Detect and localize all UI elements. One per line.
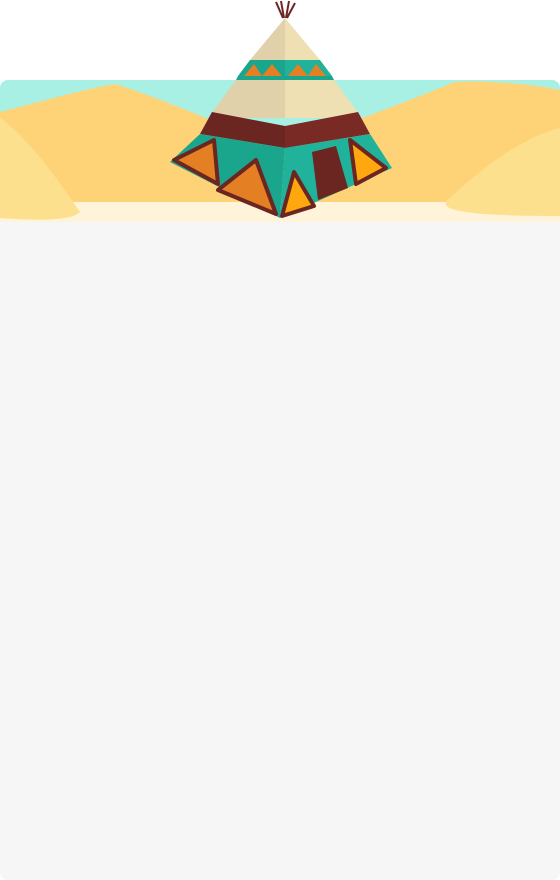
tipi-top-left [250, 18, 285, 60]
tipi-teal-band-left [238, 60, 285, 76]
desert-scene-illustration [0, 80, 560, 222]
tipi-top-right [285, 18, 320, 60]
tipi-orange-zigzag [244, 64, 326, 76]
content-area [0, 222, 560, 880]
tipi-teal-band-right [285, 60, 332, 76]
tipi-poles [275, 0, 296, 19]
desert-banner [0, 80, 560, 222]
